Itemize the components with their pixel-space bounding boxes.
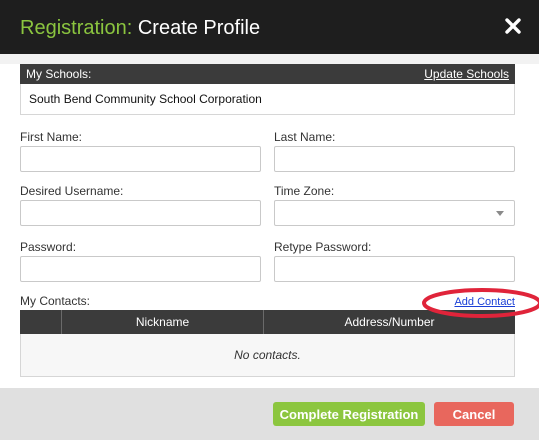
contacts-label: My Contacts:	[20, 294, 91, 308]
title-text: Create Profile	[137, 17, 261, 39]
username-field[interactable]	[20, 200, 261, 226]
schools-label: My Schools:	[26, 67, 92, 81]
update-schools-link[interactable]: Update Schools	[424, 67, 509, 81]
retype-password-field[interactable]	[274, 256, 515, 282]
header-divider	[0, 54, 539, 64]
add-contact-link[interactable]: Add Contact	[454, 296, 515, 308]
last-name-field[interactable]	[274, 146, 515, 172]
close-icon	[505, 18, 521, 34]
school-item: South Bend Community School Corporation	[29, 92, 262, 106]
chevron-down-icon	[496, 211, 504, 216]
username-label: Desired Username:	[20, 184, 124, 198]
time-zone-select[interactable]	[274, 200, 515, 226]
schools-header: My Schools: Update Schools	[20, 64, 515, 84]
first-name-field[interactable]	[20, 146, 261, 172]
dialog-title: Registration: Create Profile	[20, 15, 260, 41]
contacts-table: Nickname Address/Number No contacts.	[20, 310, 515, 377]
registration-dialog: Registration: Create Profile My Schools:…	[0, 0, 539, 440]
password-field[interactable]	[20, 256, 261, 282]
time-zone-label: Time Zone:	[274, 184, 335, 198]
title-accent: Registration:	[20, 17, 133, 39]
close-button[interactable]	[503, 16, 523, 36]
retype-password-label: Retype Password:	[274, 240, 372, 254]
column-header-select	[20, 310, 62, 334]
dialog-header: Registration: Create Profile	[0, 0, 539, 54]
last-name-label: Last Name:	[274, 130, 336, 144]
column-header-address: Address/Number	[344, 315, 435, 329]
cancel-button[interactable]: Cancel	[434, 402, 514, 426]
first-name-label: First Name:	[20, 130, 83, 144]
contacts-table-header: Nickname Address/Number	[20, 310, 515, 334]
column-header-nickname: Nickname	[62, 310, 264, 334]
schools-list: South Bend Community School Corporation	[20, 84, 515, 115]
password-label: Password:	[20, 240, 77, 254]
contacts-empty-message: No contacts.	[20, 334, 515, 377]
complete-registration-button[interactable]: Complete Registration	[273, 402, 425, 426]
dialog-footer: Complete Registration Cancel	[0, 388, 539, 440]
